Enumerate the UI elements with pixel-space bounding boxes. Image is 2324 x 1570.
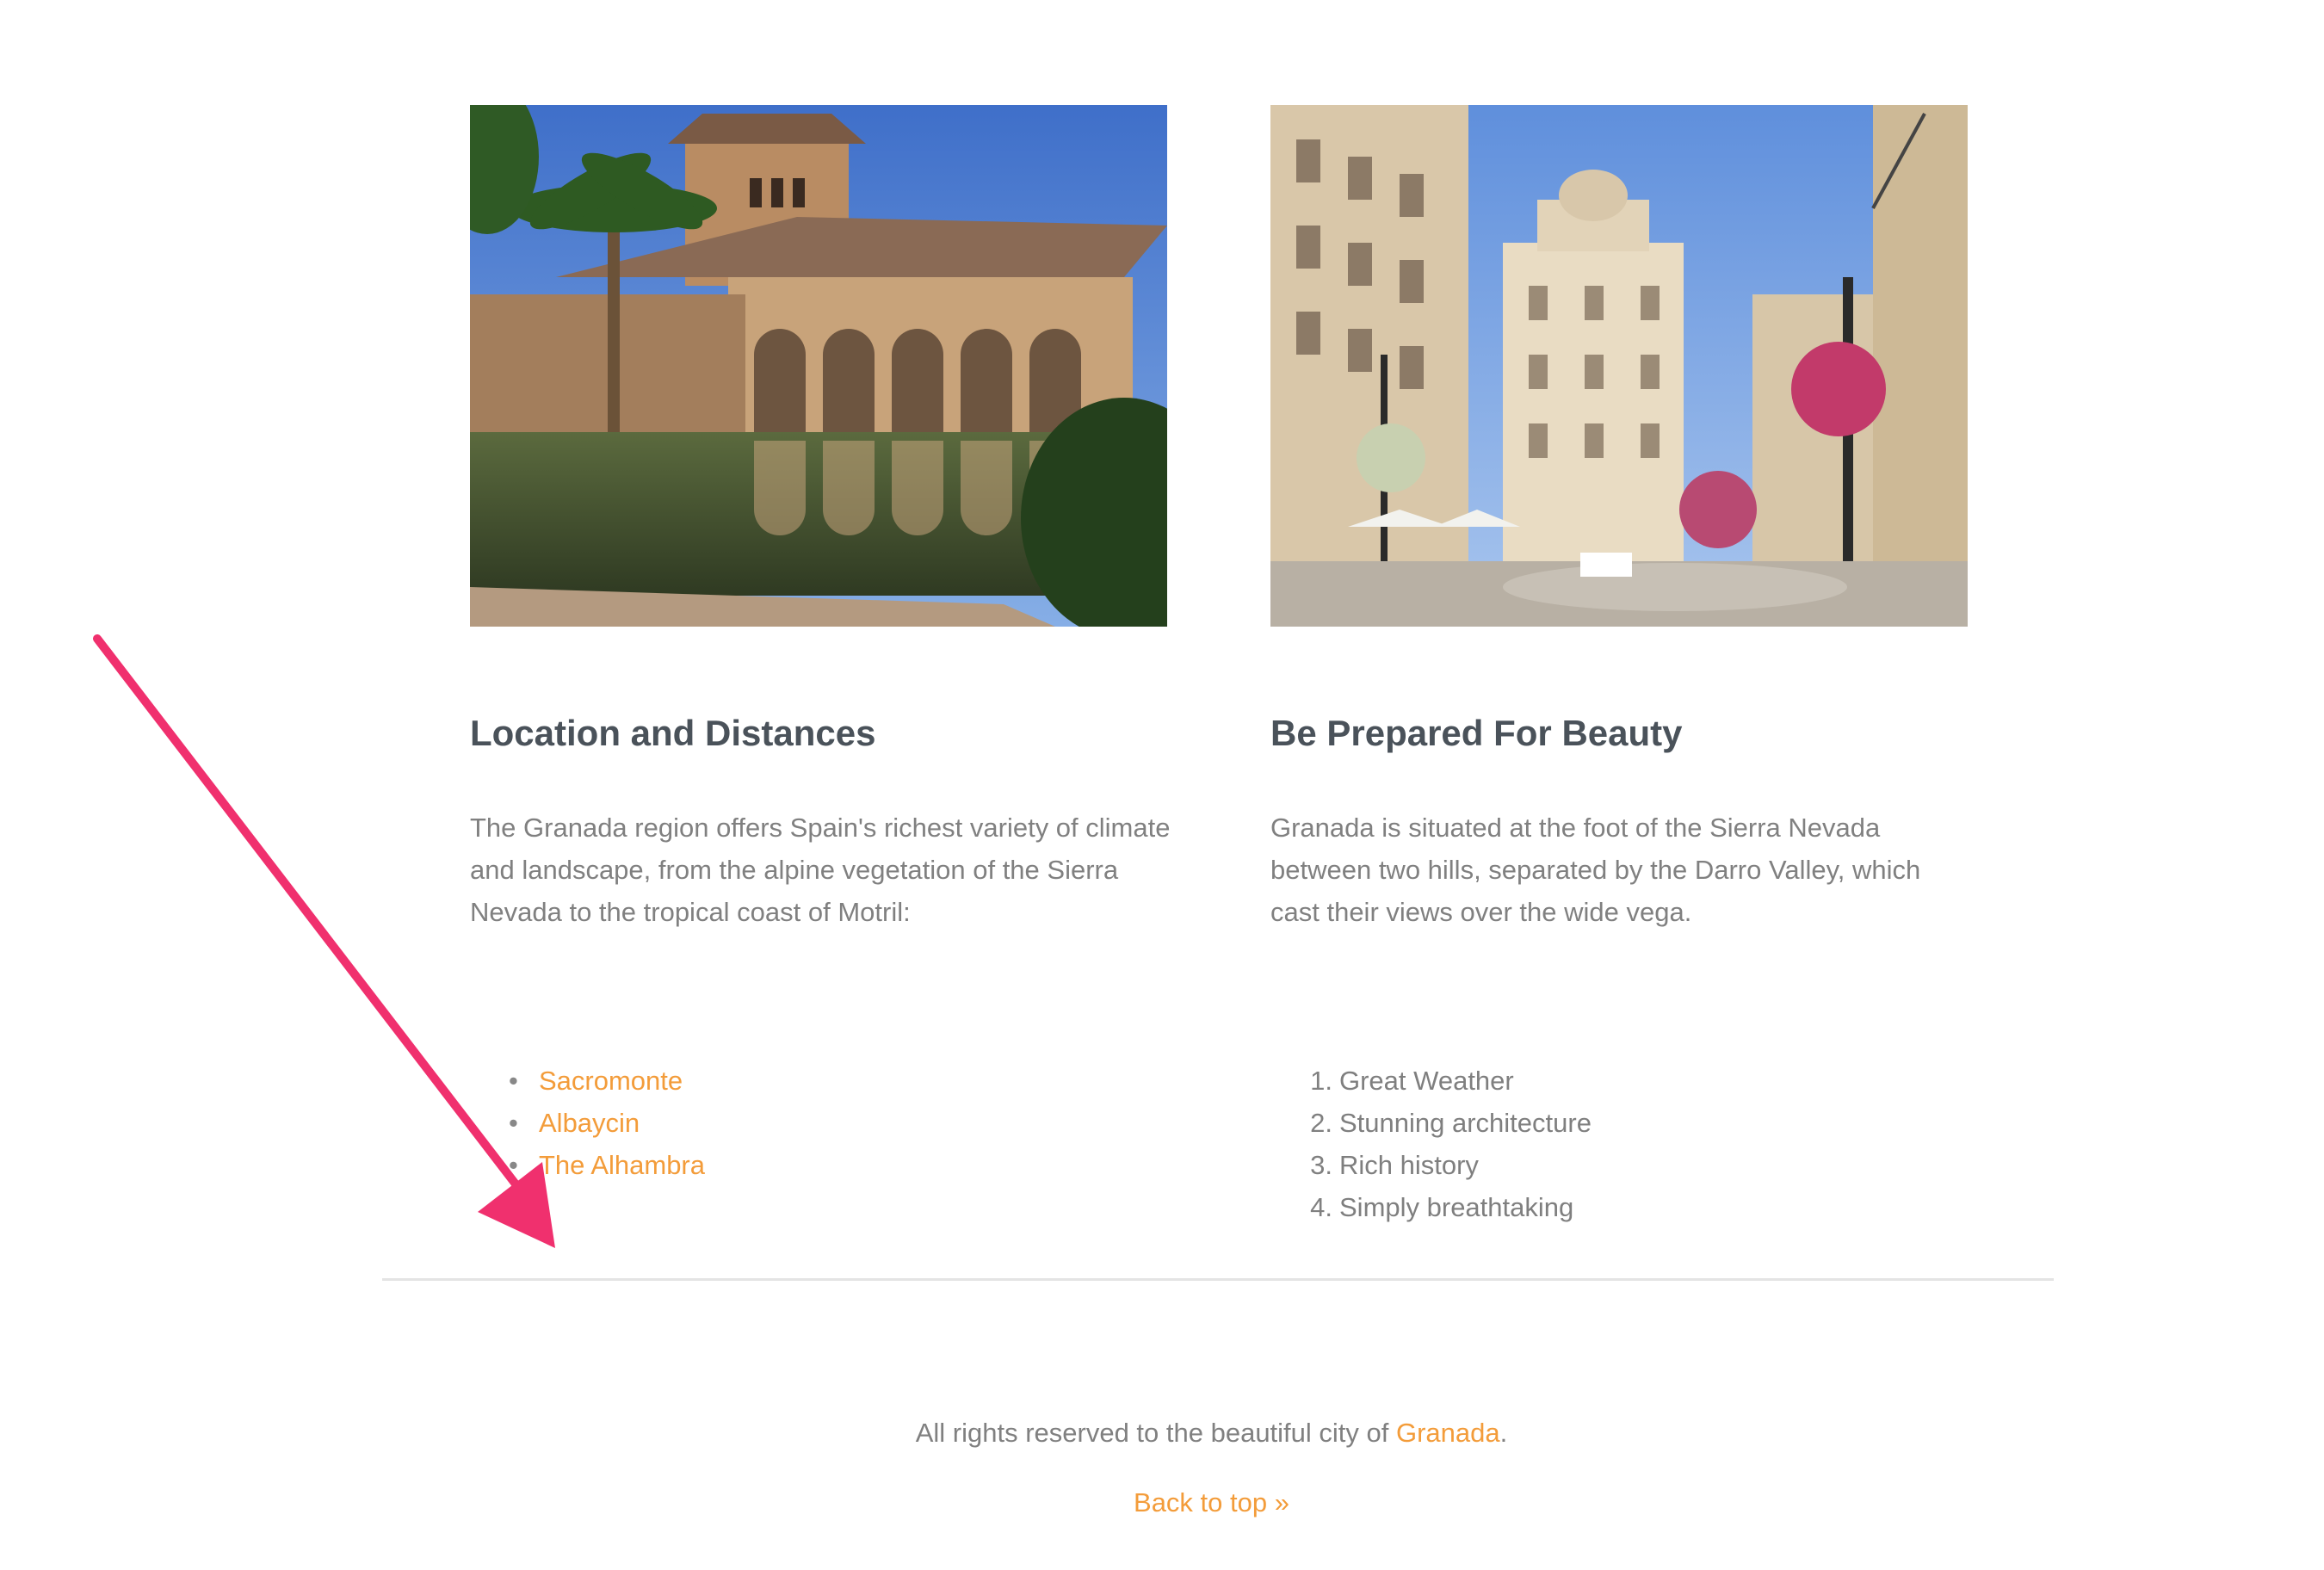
list-number: 2. xyxy=(1310,1108,1332,1138)
reasons-list: 1. Great Weather 2. Stunning architecture … xyxy=(1270,1060,1592,1228)
footer-text-before: All rights reserved to the beautiful cit… xyxy=(915,1418,1396,1448)
footer-copyright: All rights reserved to the beautiful cit… xyxy=(0,1418,2324,1449)
granada-link[interactable]: Granada xyxy=(1396,1418,1500,1448)
back-to-top-link[interactable]: Back to top » xyxy=(1134,1487,1289,1517)
list-item-text: Stunning architecture xyxy=(1339,1108,1592,1138)
alhambra-palace-image xyxy=(470,105,1167,627)
bullet-icon: • xyxy=(509,1108,518,1138)
list-item: 1. Great Weather xyxy=(1270,1060,1592,1102)
list-item: • Albaycin xyxy=(470,1102,705,1144)
beauty-paragraph: Granada is situated at the foot of the S… xyxy=(1270,813,1921,927)
list-item: 4. Simply breathtaking xyxy=(1270,1186,1592,1228)
back-to-top-wrapper: Back to top » xyxy=(0,1487,2324,1518)
list-item: • The Alhambra xyxy=(470,1144,705,1186)
beauty-column: Be Prepared For Beauty Granada is situat… xyxy=(1270,105,1968,1222)
location-column: Location and Distances The Granada regio… xyxy=(470,105,1170,1180)
list-number: 4. xyxy=(1310,1192,1332,1222)
alhambra-link[interactable]: The Alhambra xyxy=(539,1150,705,1180)
location-paragraph: The Granada region offers Spain's riches… xyxy=(470,813,1171,927)
beauty-heading: Be Prepared For Beauty xyxy=(1270,713,1683,753)
location-heading: Location and Distances xyxy=(470,713,876,753)
list-item-text: Great Weather xyxy=(1339,1066,1514,1096)
list-number: 3. xyxy=(1310,1150,1332,1180)
list-item-text: Simply breathtaking xyxy=(1339,1192,1574,1222)
footer-text-after: . xyxy=(1499,1418,1508,1448)
bullet-icon: • xyxy=(509,1150,518,1180)
places-list: • Sacromonte • Albaycin • The Alhambra xyxy=(470,1060,705,1186)
list-number: 1. xyxy=(1310,1066,1332,1096)
footer-divider xyxy=(382,1278,2054,1281)
list-item: • Sacromonte xyxy=(470,1060,705,1102)
granada-street-image xyxy=(1270,105,1968,627)
list-item: 3. Rich history xyxy=(1270,1144,1592,1186)
albaycin-link[interactable]: Albaycin xyxy=(539,1108,640,1138)
bullet-icon: • xyxy=(509,1066,518,1096)
list-item-text: Rich history xyxy=(1339,1150,1479,1180)
sacromonte-link[interactable]: Sacromonte xyxy=(539,1066,683,1096)
list-item: 2. Stunning architecture xyxy=(1270,1102,1592,1144)
